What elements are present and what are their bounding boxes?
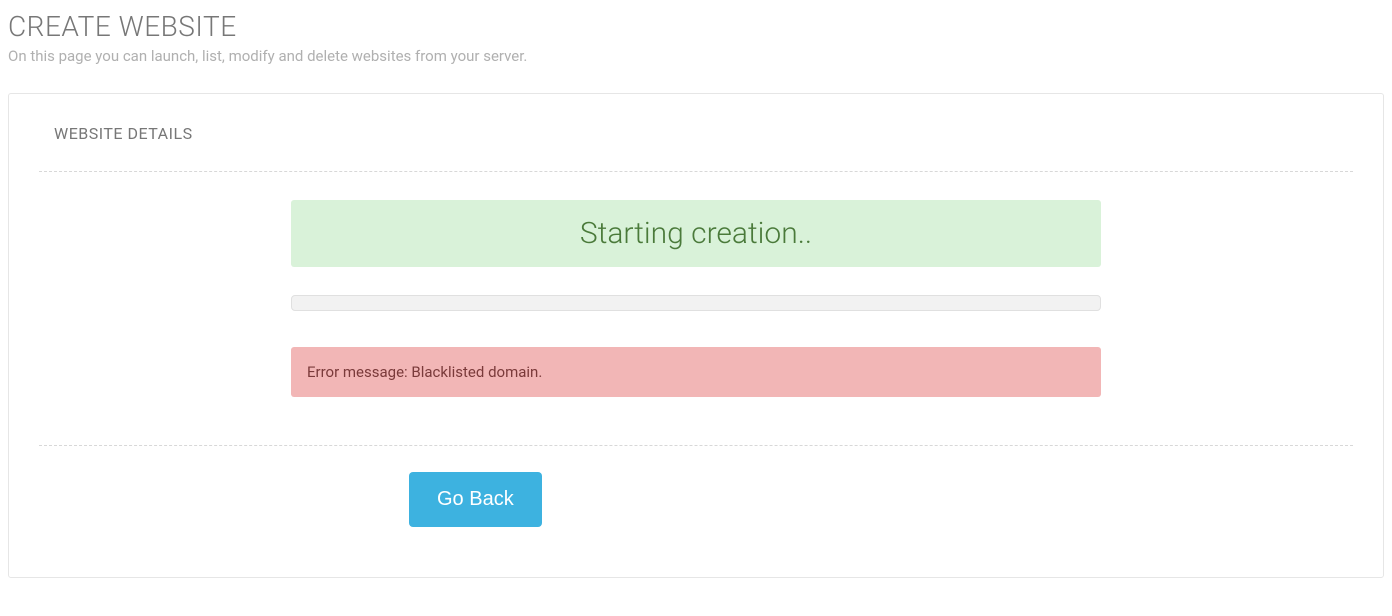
page-subtitle: On this page you can launch, list, modif… — [8, 47, 1384, 65]
divider-bottom — [39, 445, 1353, 446]
page-title: CREATE WEBSITE — [8, 10, 1384, 43]
progress-bar — [291, 295, 1101, 311]
content-area: Starting creation.. Error message: Black… — [39, 200, 1353, 397]
button-row: Go Back — [39, 472, 1353, 527]
divider-top — [39, 171, 1353, 172]
panel-heading: WEBSITE DETAILS — [39, 124, 1353, 171]
status-message: Starting creation.. — [291, 200, 1101, 267]
go-back-button[interactable]: Go Back — [409, 472, 542, 527]
error-message: Error message: Blacklisted domain. — [291, 347, 1101, 397]
website-details-panel: WEBSITE DETAILS Starting creation.. Erro… — [8, 93, 1384, 578]
